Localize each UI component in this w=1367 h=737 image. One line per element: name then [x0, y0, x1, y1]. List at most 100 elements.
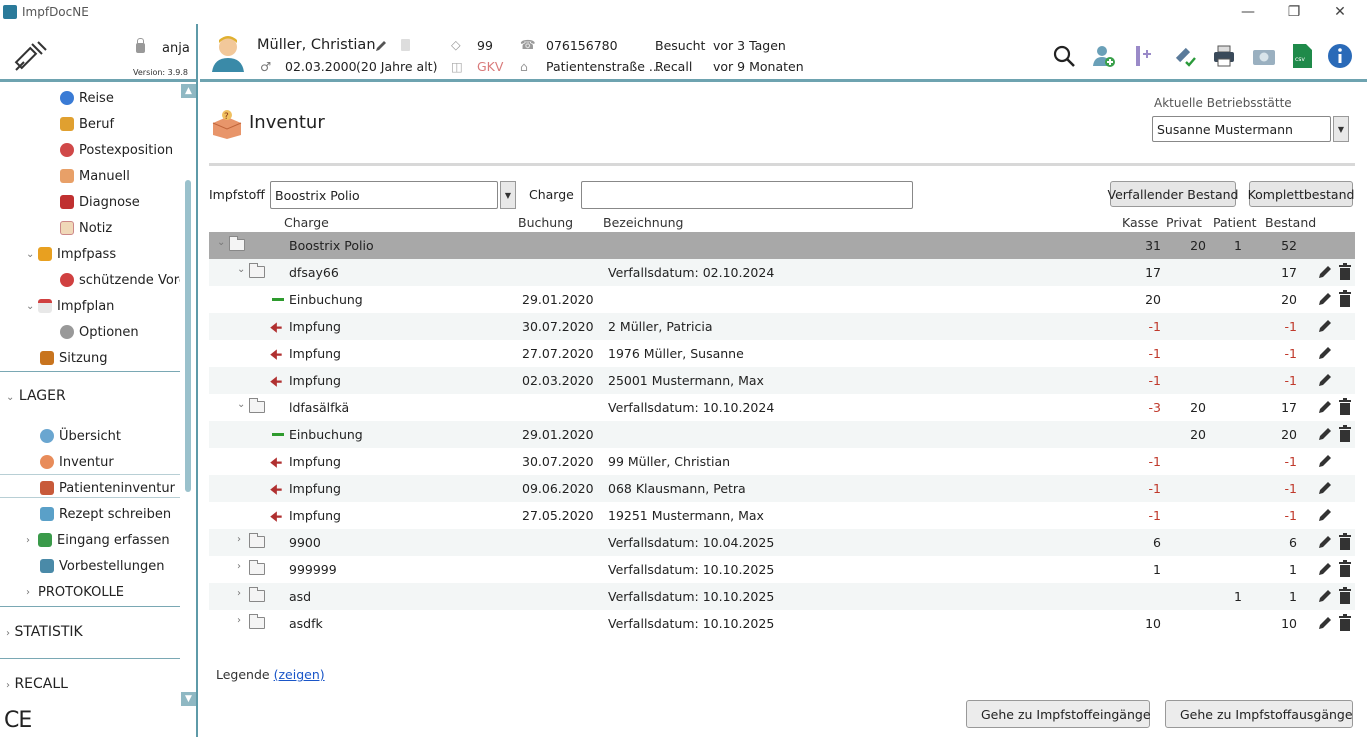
- edit-pencil-icon[interactable]: [1316, 398, 1334, 416]
- sidebar-item-schuetzende-vorerkrankungen[interactable]: schützende Vorer: [60, 269, 192, 291]
- sidebar-item-impfpass[interactable]: ⌄ Impfpass: [26, 243, 116, 265]
- scrollbar-thumb[interactable]: [185, 180, 191, 492]
- sidebar-scrollbar[interactable]: ▲ ▼: [180, 82, 196, 708]
- sidebar-item-eingang-erfassen[interactable]: › Eingang erfassen: [26, 529, 170, 551]
- trash-icon[interactable]: [1337, 614, 1355, 632]
- table-row[interactable]: 🠈 Impfung 30.07.2020 99 Müller, Christian -1…: [209, 448, 1355, 475]
- chevron-down-icon[interactable]: ⌄: [26, 301, 38, 312]
- sidebar-item-manuell[interactable]: Manuell: [60, 165, 130, 187]
- table-row[interactable]: 🠈 Impfung 27.07.2020 1976 Müller, Susanne -1…: [209, 340, 1355, 367]
- trash-icon[interactable]: [1337, 290, 1355, 308]
- chevron-right-icon[interactable]: ›: [26, 587, 38, 598]
- col-header-patient[interactable]: Patient: [1213, 215, 1257, 230]
- trash-icon[interactable]: [1337, 425, 1355, 443]
- chevron-down-icon[interactable]: ⌄: [217, 237, 225, 248]
- edit-pencil-icon[interactable]: [1316, 533, 1334, 551]
- trash-icon[interactable]: [1337, 533, 1355, 551]
- edit-pencil-icon[interactable]: [1316, 614, 1334, 632]
- camera-icon[interactable]: [1250, 42, 1278, 70]
- table-row[interactable]: ⌄ Boostrix Polio 31 20 1 52: [209, 232, 1355, 259]
- sidebar-item-notiz[interactable]: Notiz: [60, 217, 112, 239]
- table-row[interactable]: 🠈 Impfung 27.05.2020 19251 Mustermann, Max -…: [209, 502, 1355, 529]
- col-header-bezeichnung[interactable]: Bezeichnung: [603, 215, 684, 230]
- table-row[interactable]: 🠈 Impfung 02.03.2020 25001 Mustermann, Max -…: [209, 367, 1355, 394]
- sidebar-item-vorbestellungen[interactable]: Vorbestellungen: [40, 555, 165, 577]
- table-row[interactable]: Einbuchung 29.01.2020 20 20: [209, 421, 1355, 448]
- sidebar-item-beruf[interactable]: Beruf: [60, 113, 114, 135]
- sidebar-item-uebersicht[interactable]: Übersicht: [40, 425, 121, 447]
- patient-avatar-icon[interactable]: [210, 34, 246, 72]
- sidebar-item-rezept-schreiben[interactable]: Rezept schreiben: [40, 503, 171, 525]
- info-icon[interactable]: [1326, 42, 1354, 70]
- edit-pencil-icon[interactable]: [1316, 344, 1334, 362]
- lock-icon[interactable]: [136, 38, 145, 53]
- sidebar-item-patienteninventur[interactable]: Patienteninventur: [40, 477, 175, 499]
- table-row[interactable]: › asd Verfallsdatum: 10.10.2025 1 1: [209, 583, 1355, 610]
- chevron-right-icon[interactable]: ›: [237, 534, 241, 545]
- sidebar-item-impfplan[interactable]: ⌄ Impfplan: [26, 295, 114, 317]
- charge-input[interactable]: [581, 181, 913, 209]
- col-header-bestand[interactable]: Bestand: [1265, 215, 1316, 230]
- table-row[interactable]: ⌄ dfsay66 Verfallsdatum: 02.10.2024 17 17: [209, 259, 1355, 286]
- table-row[interactable]: 🠈 Impfung 09.06.2020 068 Klausmann, Petra -1…: [209, 475, 1355, 502]
- table-row[interactable]: › asdfk Verfallsdatum: 10.10.2025 10 10: [209, 610, 1355, 637]
- sidebar-item-protokolle[interactable]: › PROTOKOLLE: [26, 581, 124, 603]
- chevron-down-icon[interactable]: ⌄: [237, 264, 245, 275]
- trash-icon[interactable]: [401, 39, 410, 51]
- scroll-down-arrow-icon[interactable]: ▼: [181, 692, 196, 706]
- table-row[interactable]: ⌄ ldfasälfkä Verfallsdatum: 10.10.2024 -3 20…: [209, 394, 1355, 421]
- edit-pencil-icon[interactable]: [1316, 452, 1334, 470]
- chevron-right-icon[interactable]: ›: [26, 535, 38, 546]
- goto-impfstoffeingaenge-button[interactable]: Gehe zu Impfstoffeingänge: [966, 700, 1151, 728]
- trash-icon[interactable]: [1337, 398, 1355, 416]
- search-icon[interactable]: [1050, 42, 1078, 70]
- trash-icon[interactable]: [1337, 587, 1355, 605]
- sidebar-item-optionen[interactable]: Optionen: [60, 321, 139, 343]
- sidebar-item-postexposition[interactable]: Postexposition: [60, 139, 173, 161]
- betriebsstaette-select[interactable]: Susanne Mustermann: [1152, 116, 1331, 142]
- table-row[interactable]: › 999999 Verfallsdatum: 10.10.2025 1 1: [209, 556, 1355, 583]
- trash-icon[interactable]: [1337, 560, 1355, 578]
- section-statistik[interactable]: › STATISTIK: [6, 624, 83, 640]
- sidebar-item-reise[interactable]: Reise: [60, 87, 114, 109]
- edit-pencil-icon[interactable]: [1316, 371, 1334, 389]
- scroll-up-arrow-icon[interactable]: ▲: [181, 84, 196, 98]
- chevron-right-icon[interactable]: ›: [237, 615, 241, 626]
- col-header-privat[interactable]: Privat: [1166, 215, 1202, 230]
- minimize-button[interactable]: —: [1225, 0, 1271, 24]
- csv-export-icon[interactable]: csv: [1288, 42, 1316, 70]
- legend-show-link[interactable]: (zeigen): [274, 667, 325, 682]
- add-patient-icon[interactable]: [1090, 42, 1118, 70]
- sidebar-item-sitzung[interactable]: Sitzung: [40, 347, 108, 369]
- edit-pencil-icon[interactable]: [1316, 317, 1334, 335]
- komplettbestand-button[interactable]: Komplettbestand: [1248, 181, 1354, 207]
- close-button[interactable]: ✕: [1317, 0, 1363, 24]
- section-recall[interactable]: › RECALL: [6, 676, 68, 692]
- chevron-down-icon[interactable]: ⌄: [237, 399, 245, 410]
- edit-pencil-icon[interactable]: [1316, 425, 1334, 443]
- section-lager[interactable]: ⌄ LAGER: [6, 388, 66, 404]
- edit-pencil-icon[interactable]: [374, 39, 388, 53]
- sidebar-item-diagnose[interactable]: Diagnose: [60, 191, 140, 213]
- table-row[interactable]: Einbuchung 29.01.2020 20 20: [209, 286, 1355, 313]
- print-icon[interactable]: [1210, 42, 1238, 70]
- chevron-down-icon[interactable]: ⌄: [26, 249, 38, 260]
- add-vaccination-icon[interactable]: [1130, 42, 1158, 70]
- impfstoff-dropdown-icon[interactable]: ▼: [500, 181, 516, 209]
- betriebsstaette-dropdown-icon[interactable]: ▼: [1333, 116, 1349, 142]
- table-row[interactable]: 🠈 Impfung 30.07.2020 2 Müller, Patricia -1 -1: [209, 313, 1355, 340]
- impfstoff-input[interactable]: Boostrix Polio: [270, 181, 498, 209]
- restore-button[interactable]: ❐: [1271, 0, 1317, 24]
- sidebar-item-inventur[interactable]: Inventur: [40, 451, 114, 473]
- chevron-right-icon[interactable]: ›: [237, 561, 241, 572]
- goto-impfstoffausgaenge-button[interactable]: Gehe zu Impfstoffausgänge: [1165, 700, 1353, 728]
- col-header-charge[interactable]: Charge: [284, 215, 329, 230]
- edit-pencil-icon[interactable]: [1316, 560, 1334, 578]
- col-header-kasse[interactable]: Kasse: [1122, 215, 1158, 230]
- edit-pencil-icon[interactable]: [1316, 506, 1334, 524]
- chevron-right-icon[interactable]: ›: [237, 588, 241, 599]
- table-row[interactable]: › 9900 Verfallsdatum: 10.04.2025 6 6: [209, 529, 1355, 556]
- syringe-check-icon[interactable]: [1170, 42, 1198, 70]
- col-header-buchung[interactable]: Buchung: [518, 215, 573, 230]
- edit-pencil-icon[interactable]: [1316, 290, 1334, 308]
